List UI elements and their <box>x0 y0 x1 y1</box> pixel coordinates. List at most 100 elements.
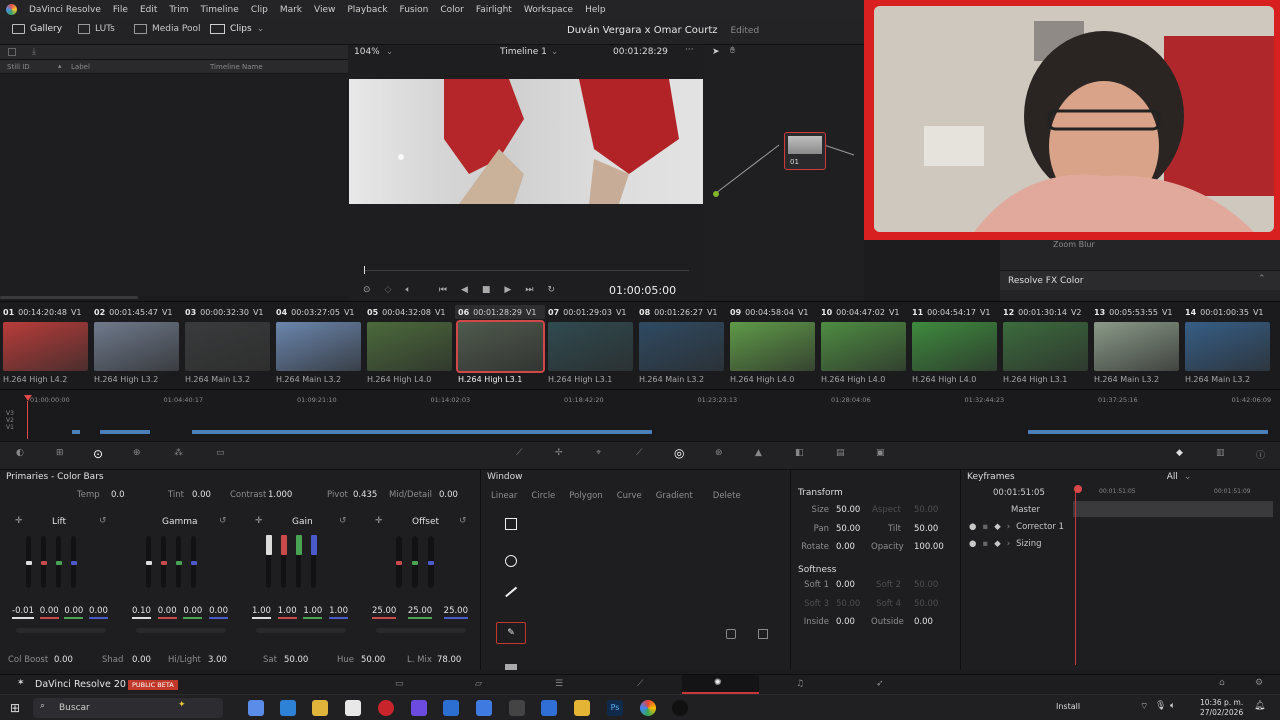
outside-value[interactable]: 0.00 <box>914 617 933 627</box>
wheel-bar[interactable] <box>266 534 272 588</box>
zoom-blur-label[interactable]: Zoom Blur <box>1053 240 1095 249</box>
app-icon-9[interactable] <box>672 700 688 716</box>
wheel-bar[interactable] <box>311 534 317 588</box>
clip-thumbnail-item[interactable]: 12 00:01:30:14 V2 H.264 High L3.1 <box>1000 305 1090 387</box>
lmix-value[interactable]: 78.00 <box>437 655 461 665</box>
fusion-page-icon[interactable]: ⟋ <box>637 679 643 689</box>
menu-fairlight[interactable]: Fairlight <box>476 5 512 15</box>
hdr-wheels-icon[interactable]: ⊕ <box>133 448 141 458</box>
linear-tool[interactable]: Linear <box>491 491 517 504</box>
soft3-value[interactable]: 50.00 <box>836 599 860 609</box>
blur-icon[interactable]: ◧ <box>795 448 804 458</box>
eyedropper-icon[interactable]: ⟋ <box>636 448 642 458</box>
expand-icon[interactable]: › <box>1007 539 1010 549</box>
wheel-value[interactable]: 0.00 <box>39 606 59 619</box>
reset-icon[interactable]: ↺ <box>99 516 107 526</box>
wheel-bar[interactable] <box>428 536 434 588</box>
keyframe-row-master[interactable]: Master <box>961 501 1073 518</box>
wheel-value[interactable]: 1.00 <box>303 606 323 619</box>
wheel-value[interactable]: 1.00 <box>277 606 297 619</box>
keyframes-icon[interactable]: ◆ <box>1176 448 1183 458</box>
circle-window-icon[interactable] <box>505 555 517 567</box>
square-window-icon[interactable] <box>505 518 517 530</box>
clip-thumbnail-item[interactable]: 07 00:01:29:03 V1 H.264 High L3.1 <box>545 305 635 387</box>
wheel-gain[interactable]: ✛ Gain ↺ 1.00 1.00 1.00 1.00 <box>246 514 351 654</box>
tilt-value[interactable]: 50.00 <box>914 524 938 534</box>
step-back-icon[interactable]: ◀ <box>461 285 468 295</box>
master-wheel[interactable] <box>376 628 466 633</box>
clip-thumbnail-item[interactable]: 06 00:01:28:29 V1 H.264 High L3.1 <box>455 305 545 387</box>
wheel-bar[interactable] <box>26 536 32 588</box>
polygon-tool[interactable]: Polygon <box>569 491 602 504</box>
gallery-grid-icon[interactable] <box>8 48 16 56</box>
viewer-zoom[interactable]: 104% ⌄ <box>354 47 393 57</box>
wheel-offset[interactable]: ✛ Offset ↺ 25.00 25.00 25.00 <box>366 514 471 654</box>
app-icon-4[interactable] <box>378 700 394 716</box>
color-warper-icon[interactable]: ✢ <box>555 448 563 458</box>
cut-page-icon[interactable]: ▱ <box>475 679 482 689</box>
size-value[interactable]: 50.00 <box>836 505 860 515</box>
wheel-bar[interactable] <box>71 536 77 588</box>
wifi-icon[interactable]: ⌔ <box>1140 701 1148 712</box>
menu-workspace[interactable]: Workspace <box>524 5 573 15</box>
wheel-value[interactable]: -0.01 <box>12 606 34 619</box>
info-icon[interactable]: ⓘ <box>1256 448 1265 461</box>
clip-thumbnail-item[interactable]: 09 00:04:58:04 V1 H.264 High L4.0 <box>727 305 817 387</box>
edit-page-icon[interactable]: ☰ <box>555 679 563 689</box>
speaker-icon[interactable]: 🔈︎ <box>1170 701 1175 711</box>
chrome-icon[interactable] <box>640 700 656 716</box>
clip-thumbnail-item[interactable]: 03 00:00:32:30 V1 H.264 Main L3.2 <box>182 305 272 387</box>
search-box[interactable]: ⌕ Buscar ✦ <box>33 698 223 718</box>
menu-view[interactable]: View <box>314 5 335 15</box>
clip-thumbnail-item[interactable]: 08 00:01:26:27 V1 H.264 Main L3.2 <box>636 305 726 387</box>
clip-thumbnail-item[interactable]: 10 00:04:47:02 V1 H.264 High L4.0 <box>818 305 908 387</box>
wheel-bar[interactable] <box>161 536 167 588</box>
more-icon[interactable]: ··· <box>685 45 694 55</box>
master-wheel[interactable] <box>136 628 226 633</box>
wheel-lift[interactable]: ✛ Lift ↺ -0.01 0.00 0.00 0.00 <box>6 514 111 654</box>
window-tool-icon[interactable]: ◎ <box>674 446 684 460</box>
wheel-bar[interactable] <box>396 536 402 588</box>
davinci-taskbar-icon[interactable] <box>541 700 557 716</box>
master-wheel[interactable] <box>16 628 106 633</box>
color-page-tab[interactable]: ✺ <box>682 675 759 694</box>
camera-raw-icon[interactable]: ◐ <box>16 448 24 458</box>
menu-fusion[interactable]: Fusion <box>400 5 429 15</box>
scopes-icon[interactable]: ▥ <box>1216 448 1225 458</box>
clip-thumbnail-item[interactable]: 11 00:04:54:17 V1 H.264 High L4.0 <box>909 305 999 387</box>
wheel-bar[interactable] <box>191 536 197 588</box>
wheel-value[interactable]: 25.00 <box>407 606 433 619</box>
app-icon-8[interactable] <box>509 700 525 716</box>
wheel-bar[interactable] <box>56 536 62 588</box>
clips-button[interactable]: Clips ⌄ <box>210 24 264 34</box>
reset-icon[interactable]: ↺ <box>219 516 227 526</box>
file-explorer-icon[interactable] <box>312 700 328 716</box>
install-label[interactable]: Install <box>1056 702 1080 711</box>
key-icon[interactable]: ▤ <box>836 448 845 458</box>
wheel-bar[interactable] <box>281 534 287 588</box>
expand-icon[interactable]: › <box>1007 522 1010 532</box>
timeline-clip[interactable] <box>1028 430 1268 434</box>
wheel-gamma[interactable]: Gamma ↺ 0.10 0.00 0.00 0.00 <box>126 514 231 654</box>
rgb-mixer-icon[interactable]: ⁂ <box>174 448 183 458</box>
crosshair-icon[interactable]: ✛ <box>255 516 263 526</box>
col-still-id[interactable]: Still ID <box>7 63 30 71</box>
gradient-window-icon[interactable] <box>505 664 517 670</box>
wheel-bar[interactable] <box>146 536 152 588</box>
timeline-selector[interactable]: Timeline 1 ⌄ <box>500 47 558 57</box>
aspect-value[interactable]: 50.00 <box>914 505 938 515</box>
sizing-icon[interactable]: ▣ <box>876 448 885 458</box>
line-window-icon[interactable] <box>505 586 517 597</box>
wheel-value[interactable]: 25.00 <box>443 606 468 619</box>
keyframe-row-sizing[interactable]: ● ▪ ◆ › Sizing <box>961 535 1073 552</box>
wheel-value[interactable]: 0.00 <box>89 606 108 619</box>
deliver-page-icon[interactable]: ➶ <box>876 679 884 689</box>
pivot-value[interactable]: 0.435 <box>353 490 377 500</box>
reset-icon[interactable]: ↺ <box>339 516 347 526</box>
inside-value[interactable]: 0.00 <box>836 617 855 627</box>
menu-color[interactable]: Color <box>440 5 464 15</box>
tracker-icon[interactable]: ⊛ <box>715 448 723 458</box>
folder-icon[interactable] <box>574 700 590 716</box>
magic-mask-icon[interactable]: ▲ <box>755 448 762 458</box>
col-label[interactable]: Label <box>71 63 90 71</box>
